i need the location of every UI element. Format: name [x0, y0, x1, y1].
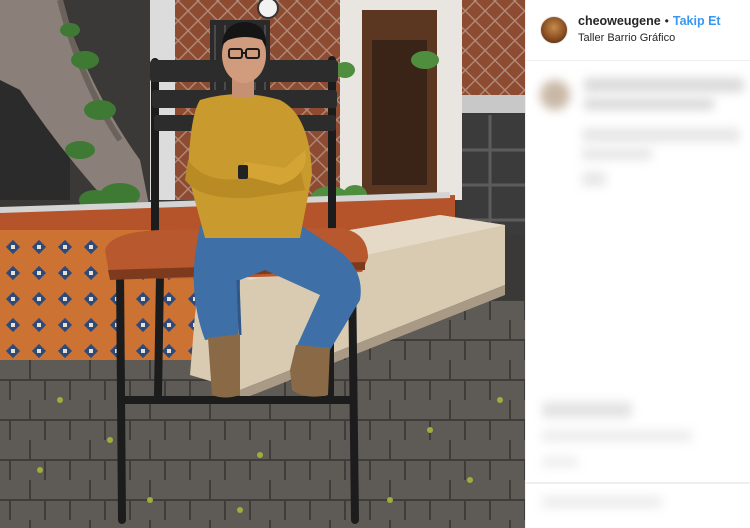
follow-button[interactable]: Takip Et: [673, 14, 721, 30]
location-link[interactable]: Taller Barrio Gráfico: [578, 32, 721, 46]
post-header-text: cheoweugene • Takip Et Taller Barrio Grá…: [578, 14, 721, 46]
divider: [526, 482, 750, 484]
blurred-timestamp: [542, 457, 578, 467]
profile-avatar[interactable]: [540, 16, 568, 44]
blurred-comments-area: [526, 62, 750, 528]
separator-dot: •: [664, 14, 669, 29]
blurred-comment-line: [582, 148, 652, 160]
blurred-comment-line: [584, 98, 714, 110]
post-header: cheoweugene • Takip Et Taller Barrio Grá…: [526, 0, 750, 61]
post-photo[interactable]: [0, 0, 525, 528]
photo-scene: [0, 0, 525, 528]
post-side-panel: cheoweugene • Takip Et Taller Barrio Grá…: [525, 0, 750, 528]
blurred-comment-line: [582, 128, 740, 142]
blurred-comment-input[interactable]: [542, 496, 662, 508]
blurred-comment-line: [584, 78, 744, 92]
post-header-row: cheoweugene • Takip Et: [578, 14, 721, 30]
instagram-post: cheoweugene • Takip Et Taller Barrio Grá…: [0, 0, 750, 528]
blurred-likes-line: [542, 430, 692, 442]
blurred-comment-line: [582, 172, 606, 186]
blurred-action-bar: [542, 402, 632, 418]
username-link[interactable]: cheoweugene: [578, 14, 661, 30]
blurred-avatar: [540, 80, 570, 110]
